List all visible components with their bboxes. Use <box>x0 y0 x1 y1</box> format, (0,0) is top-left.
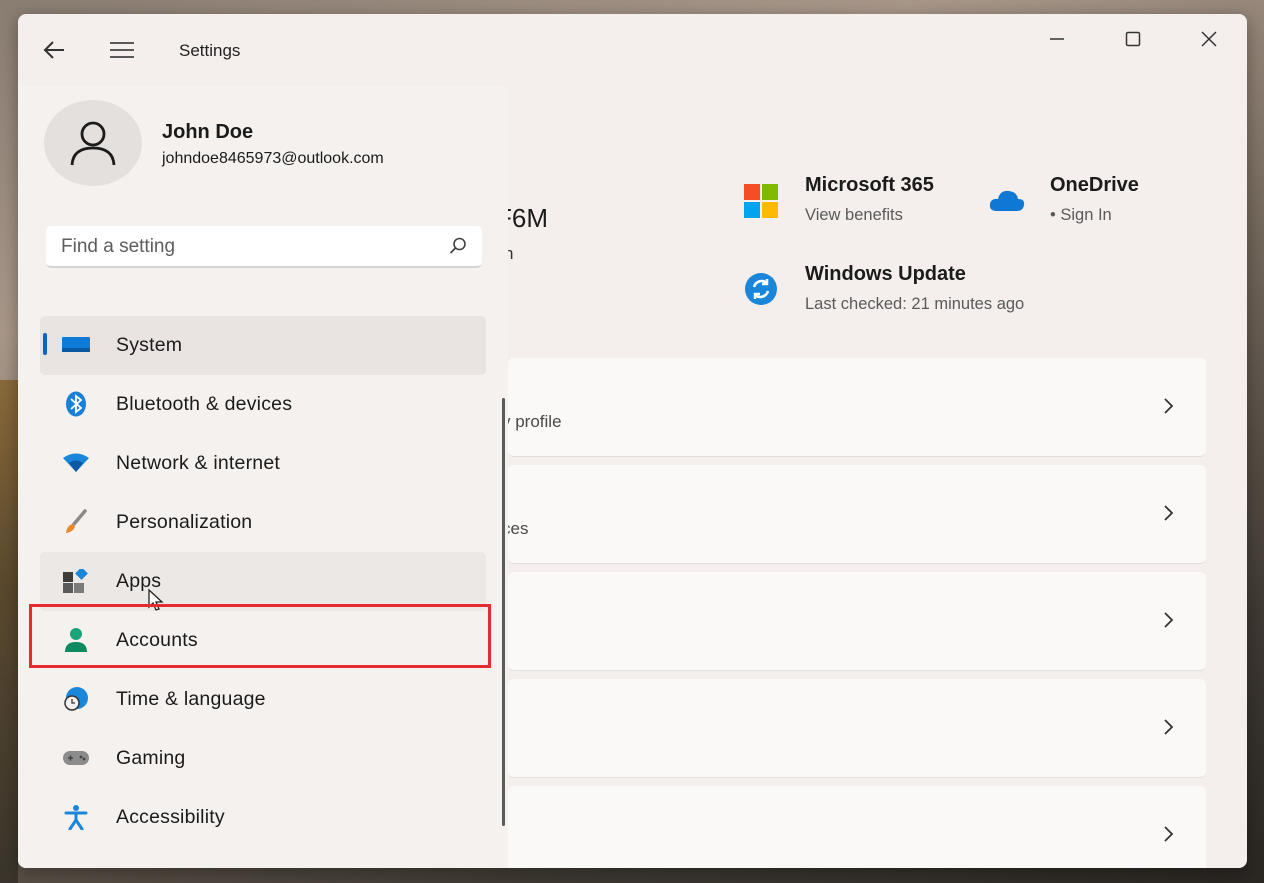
user-name: John Doe <box>162 121 254 143</box>
nav-item-gaming[interactable]: Gaming <box>40 729 486 788</box>
maximize-icon <box>1125 31 1141 47</box>
user-email: johndoe8465973@outlook.com <box>162 150 384 167</box>
microsoft-365-title[interactable]: Microsoft 365 <box>805 174 934 197</box>
chevron-right-icon <box>1164 612 1174 628</box>
nav-label: Bluetooth & devices <box>116 393 293 415</box>
onedrive-title[interactable]: OneDrive <box>1050 174 1139 197</box>
nav-label: Time & language <box>116 688 266 710</box>
settings-card[interactable] <box>508 572 1206 671</box>
hamburger-icon <box>110 42 134 58</box>
settings-card[interactable] <box>508 679 1206 778</box>
system-icon <box>62 332 90 358</box>
bluetooth-icon <box>62 391 90 417</box>
chevron-right-icon <box>1164 505 1174 521</box>
clock-globe-icon <box>62 686 90 712</box>
nav-label: System <box>116 334 183 356</box>
windows-update-title[interactable]: Windows Update <box>805 263 966 286</box>
gamepad-icon <box>62 745 90 771</box>
settings-window: Settings F6M n Microsoft 365 View benefi… <box>18 14 1247 868</box>
nav-label: Personalization <box>116 511 253 533</box>
avatar[interactable] <box>44 100 142 186</box>
title-bar: Settings <box>18 14 1247 86</box>
brush-icon <box>62 509 90 535</box>
main-content: F6M n Microsoft 365 View benefits OneDri… <box>496 86 1247 868</box>
accessibility-icon <box>62 804 90 830</box>
settings-card[interactable]: ces <box>502 465 1206 564</box>
card-subtitle: y profile <box>502 412 562 431</box>
nav-label: Gaming <box>116 747 186 769</box>
search-input[interactable]: Find a setting <box>61 236 175 258</box>
onedrive-icon <box>988 186 1026 219</box>
nav-label: Network & internet <box>116 452 280 474</box>
search-box[interactable]: Find a setting <box>46 226 482 268</box>
microsoft-365-icon <box>744 184 778 223</box>
nav-item-system[interactable]: System <box>40 316 486 375</box>
nav-item-accessibility[interactable]: Accessibility <box>40 788 486 847</box>
nav-label: Accessibility <box>116 806 225 828</box>
nav-item-time-language[interactable]: Time & language <box>40 670 486 729</box>
windows-update-status: Last checked: 21 minutes ago <box>805 295 1025 313</box>
desktop-background <box>0 380 18 883</box>
maximize-button[interactable] <box>1110 24 1156 54</box>
back-arrow-icon <box>43 41 64 59</box>
app-title: Settings <box>179 41 241 60</box>
nav-item-apps[interactable]: Apps <box>40 552 486 611</box>
settings-card[interactable]: y profile <box>502 358 1206 457</box>
search-icon <box>449 237 466 254</box>
apps-icon <box>62 568 90 594</box>
close-button[interactable] <box>1186 24 1232 54</box>
chevron-right-icon <box>1164 719 1174 735</box>
nav-scrollbar[interactable] <box>502 398 505 826</box>
nav-item-bluetooth[interactable]: Bluetooth & devices <box>40 375 486 434</box>
wifi-icon <box>62 450 90 476</box>
chevron-right-icon <box>1164 826 1174 842</box>
settings-card[interactable] <box>508 786 1206 868</box>
nav-item-network[interactable]: Network & internet <box>40 434 486 493</box>
navigation-pane: John Doe johndoe8465973@outlook.com Find… <box>18 86 508 868</box>
nav-item-personalization[interactable]: Personalization <box>40 493 486 552</box>
person-outline-icon <box>70 121 116 166</box>
windows-update-icon <box>744 272 778 311</box>
chevron-right-icon <box>1164 398 1174 414</box>
back-button[interactable] <box>40 36 72 64</box>
highlight-box <box>29 604 491 668</box>
selection-indicator <box>43 333 47 355</box>
minimize-icon <box>1050 38 1064 40</box>
close-icon <box>1201 31 1217 47</box>
menu-button[interactable] <box>108 36 138 64</box>
onedrive-signin-link[interactable]: • Sign In <box>1050 206 1112 225</box>
nav-list: System Bluetooth & devices Network & int… <box>40 316 486 847</box>
minimize-button[interactable] <box>1034 24 1080 54</box>
microsoft-365-link[interactable]: View benefits <box>805 206 903 225</box>
